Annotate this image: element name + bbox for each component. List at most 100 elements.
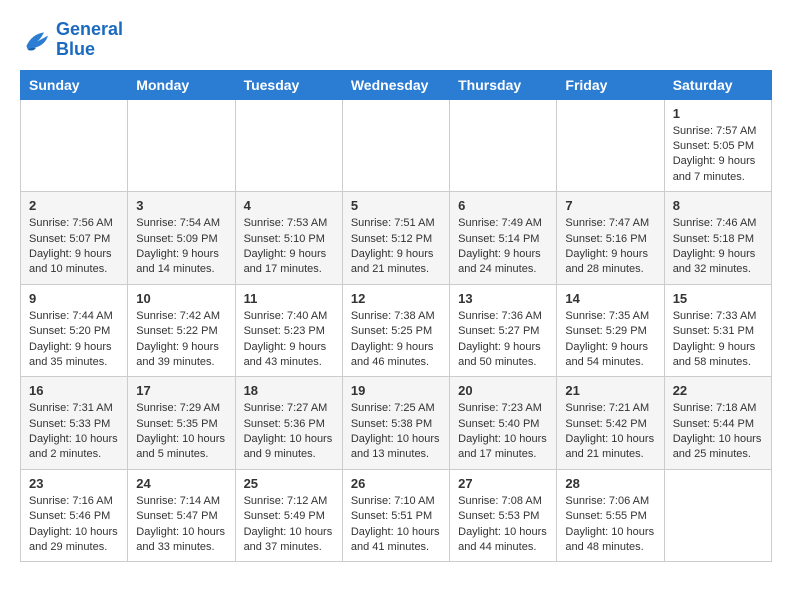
- calendar-cell: 18 Sunrise: 7:27 AM Sunset: 5:36 PM Dayli…: [235, 377, 342, 470]
- calendar-cell: 7 Sunrise: 7:47 AM Sunset: 5:16 PM Daylig…: [557, 192, 664, 285]
- day-number: 21: [565, 383, 655, 398]
- logo-text: General Blue: [56, 20, 123, 60]
- day-number: 5: [351, 198, 441, 213]
- calendar-cell: 17 Sunrise: 7:29 AM Sunset: 5:35 PM Dayli…: [128, 377, 235, 470]
- day-info: Sunrise: 7:38 AM Sunset: 5:25 PM Dayligh…: [351, 309, 441, 371]
- day-info: Sunrise: 7:27 AM Sunset: 5:36 PM Dayligh…: [244, 401, 334, 463]
- day-number: 7: [565, 198, 655, 213]
- week-row-5: 23Sunrise: 7:16 AM Sunset: 5:46 PM Dayli…: [21, 469, 772, 562]
- calendar-cell: 24 Sunrise: 7:14 AM Sunset: 5:47 PM Dayli…: [128, 469, 235, 562]
- day-info: Sunrise: 7:56 AM Sunset: 5:07 PM Dayligh…: [29, 216, 119, 278]
- day-number: 12: [351, 291, 441, 306]
- calendar-cell: 13Sunrise: 7:36 AM Sunset: 5:27 PM Dayli…: [450, 284, 557, 377]
- day-number: 3: [136, 198, 226, 213]
- day-info: Sunrise: 7:53 AM Sunset: 5:10 PM Dayligh…: [244, 216, 334, 278]
- day-info: Sunrise: 7:31 AM Sunset: 5:33 PM Dayligh…: [29, 401, 119, 463]
- week-row-1: 1 Sunrise: 7:57 AM Sunset: 5:05 PM Daylig…: [21, 99, 772, 192]
- day-info: Sunrise: 7:23 AM Sunset: 5:40 PM Dayligh…: [458, 401, 548, 463]
- calendar-cell: 14 Sunrise: 7:35 AM Sunset: 5:29 PM Dayli…: [557, 284, 664, 377]
- calendar-cell: 15 Sunrise: 7:33 AM Sunset: 5:31 PM Dayli…: [664, 284, 771, 377]
- calendar-cell: 1 Sunrise: 7:57 AM Sunset: 5:05 PM Daylig…: [664, 99, 771, 192]
- day-number: 18: [244, 383, 334, 398]
- day-info: Sunrise: 7:33 AM Sunset: 5:31 PM Dayligh…: [673, 309, 763, 371]
- day-info: Sunrise: 7:06 AM Sunset: 5:55 PM Dayligh…: [565, 494, 655, 556]
- calendar-cell: 22 Sunrise: 7:18 AM Sunset: 5:44 PM Dayli…: [664, 377, 771, 470]
- day-info: Sunrise: 7:54 AM Sunset: 5:09 PM Dayligh…: [136, 216, 226, 278]
- weekday-header-row: SundayMondayTuesdayWednesdayThursdayFrid…: [21, 70, 772, 99]
- calendar-cell: [235, 99, 342, 192]
- day-info: Sunrise: 7:40 AM Sunset: 5:23 PM Dayligh…: [244, 309, 334, 371]
- logo: General Blue: [20, 20, 123, 60]
- day-info: Sunrise: 7:08 AM Sunset: 5:53 PM Dayligh…: [458, 494, 548, 556]
- weekday-header-sunday: Sunday: [21, 70, 128, 99]
- calendar-cell: [450, 99, 557, 192]
- day-number: 20: [458, 383, 548, 398]
- calendar-table: SundayMondayTuesdayWednesdayThursdayFrid…: [20, 70, 772, 563]
- day-info: Sunrise: 7:25 AM Sunset: 5:38 PM Dayligh…: [351, 401, 441, 463]
- day-info: Sunrise: 7:51 AM Sunset: 5:12 PM Dayligh…: [351, 216, 441, 278]
- calendar-cell: 25 Sunrise: 7:12 AM Sunset: 5:49 PM Dayli…: [235, 469, 342, 562]
- day-number: 17: [136, 383, 226, 398]
- day-info: Sunrise: 7:14 AM Sunset: 5:47 PM Dayligh…: [136, 494, 226, 556]
- calendar-cell: 27 Sunrise: 7:08 AM Sunset: 5:53 PM Dayli…: [450, 469, 557, 562]
- day-info: Sunrise: 7:47 AM Sunset: 5:16 PM Dayligh…: [565, 216, 655, 278]
- calendar-cell: 23Sunrise: 7:16 AM Sunset: 5:46 PM Dayli…: [21, 469, 128, 562]
- day-number: 9: [29, 291, 119, 306]
- calendar-cell: 11 Sunrise: 7:40 AM Sunset: 5:23 PM Dayli…: [235, 284, 342, 377]
- day-info: Sunrise: 7:29 AM Sunset: 5:35 PM Dayligh…: [136, 401, 226, 463]
- calendar-cell: 9 Sunrise: 7:44 AM Sunset: 5:20 PM Daylig…: [21, 284, 128, 377]
- calendar-cell: 19 Sunrise: 7:25 AM Sunset: 5:38 PM Dayli…: [342, 377, 449, 470]
- calendar-cell: [21, 99, 128, 192]
- calendar-cell: 26 Sunrise: 7:10 AM Sunset: 5:51 PM Dayli…: [342, 469, 449, 562]
- day-number: 14: [565, 291, 655, 306]
- day-info: Sunrise: 7:46 AM Sunset: 5:18 PM Dayligh…: [673, 216, 763, 278]
- weekday-header-tuesday: Tuesday: [235, 70, 342, 99]
- calendar-cell: 12 Sunrise: 7:38 AM Sunset: 5:25 PM Dayli…: [342, 284, 449, 377]
- day-number: 1: [673, 106, 763, 121]
- day-number: 25: [244, 476, 334, 491]
- day-number: 16: [29, 383, 119, 398]
- day-number: 24: [136, 476, 226, 491]
- calendar-cell: [557, 99, 664, 192]
- calendar-cell: 4 Sunrise: 7:53 AM Sunset: 5:10 PM Daylig…: [235, 192, 342, 285]
- day-number: 23: [29, 476, 119, 491]
- day-number: 11: [244, 291, 334, 306]
- day-number: 10: [136, 291, 226, 306]
- week-row-2: 2 Sunrise: 7:56 AM Sunset: 5:07 PM Daylig…: [21, 192, 772, 285]
- calendar-cell: 5 Sunrise: 7:51 AM Sunset: 5:12 PM Daylig…: [342, 192, 449, 285]
- day-number: 6: [458, 198, 548, 213]
- week-row-3: 9 Sunrise: 7:44 AM Sunset: 5:20 PM Daylig…: [21, 284, 772, 377]
- weekday-header-wednesday: Wednesday: [342, 70, 449, 99]
- calendar-cell: [342, 99, 449, 192]
- calendar-cell: 21Sunrise: 7:21 AM Sunset: 5:42 PM Dayli…: [557, 377, 664, 470]
- weekday-header-friday: Friday: [557, 70, 664, 99]
- day-number: 8: [673, 198, 763, 213]
- logo-icon: [20, 26, 52, 54]
- calendar-cell: 6 Sunrise: 7:49 AM Sunset: 5:14 PM Daylig…: [450, 192, 557, 285]
- day-number: 22: [673, 383, 763, 398]
- weekday-header-saturday: Saturday: [664, 70, 771, 99]
- day-number: 2: [29, 198, 119, 213]
- day-info: Sunrise: 7:42 AM Sunset: 5:22 PM Dayligh…: [136, 309, 226, 371]
- day-info: Sunrise: 7:57 AM Sunset: 5:05 PM Dayligh…: [673, 124, 763, 186]
- calendar-cell: [664, 469, 771, 562]
- calendar-cell: 8 Sunrise: 7:46 AM Sunset: 5:18 PM Daylig…: [664, 192, 771, 285]
- day-info: Sunrise: 7:49 AM Sunset: 5:14 PM Dayligh…: [458, 216, 548, 278]
- day-number: 27: [458, 476, 548, 491]
- week-row-4: 16 Sunrise: 7:31 AM Sunset: 5:33 PM Dayli…: [21, 377, 772, 470]
- day-info: Sunrise: 7:12 AM Sunset: 5:49 PM Dayligh…: [244, 494, 334, 556]
- calendar-cell: [128, 99, 235, 192]
- day-number: 15: [673, 291, 763, 306]
- day-info: Sunrise: 7:35 AM Sunset: 5:29 PM Dayligh…: [565, 309, 655, 371]
- day-info: Sunrise: 7:44 AM Sunset: 5:20 PM Dayligh…: [29, 309, 119, 371]
- day-info: Sunrise: 7:10 AM Sunset: 5:51 PM Dayligh…: [351, 494, 441, 556]
- calendar-cell: 28 Sunrise: 7:06 AM Sunset: 5:55 PM Dayli…: [557, 469, 664, 562]
- day-number: 4: [244, 198, 334, 213]
- page-header: General Blue: [20, 20, 772, 60]
- day-info: Sunrise: 7:36 AM Sunset: 5:27 PM Dayligh…: [458, 309, 548, 371]
- weekday-header-thursday: Thursday: [450, 70, 557, 99]
- day-number: 19: [351, 383, 441, 398]
- day-info: Sunrise: 7:18 AM Sunset: 5:44 PM Dayligh…: [673, 401, 763, 463]
- day-number: 28: [565, 476, 655, 491]
- day-number: 26: [351, 476, 441, 491]
